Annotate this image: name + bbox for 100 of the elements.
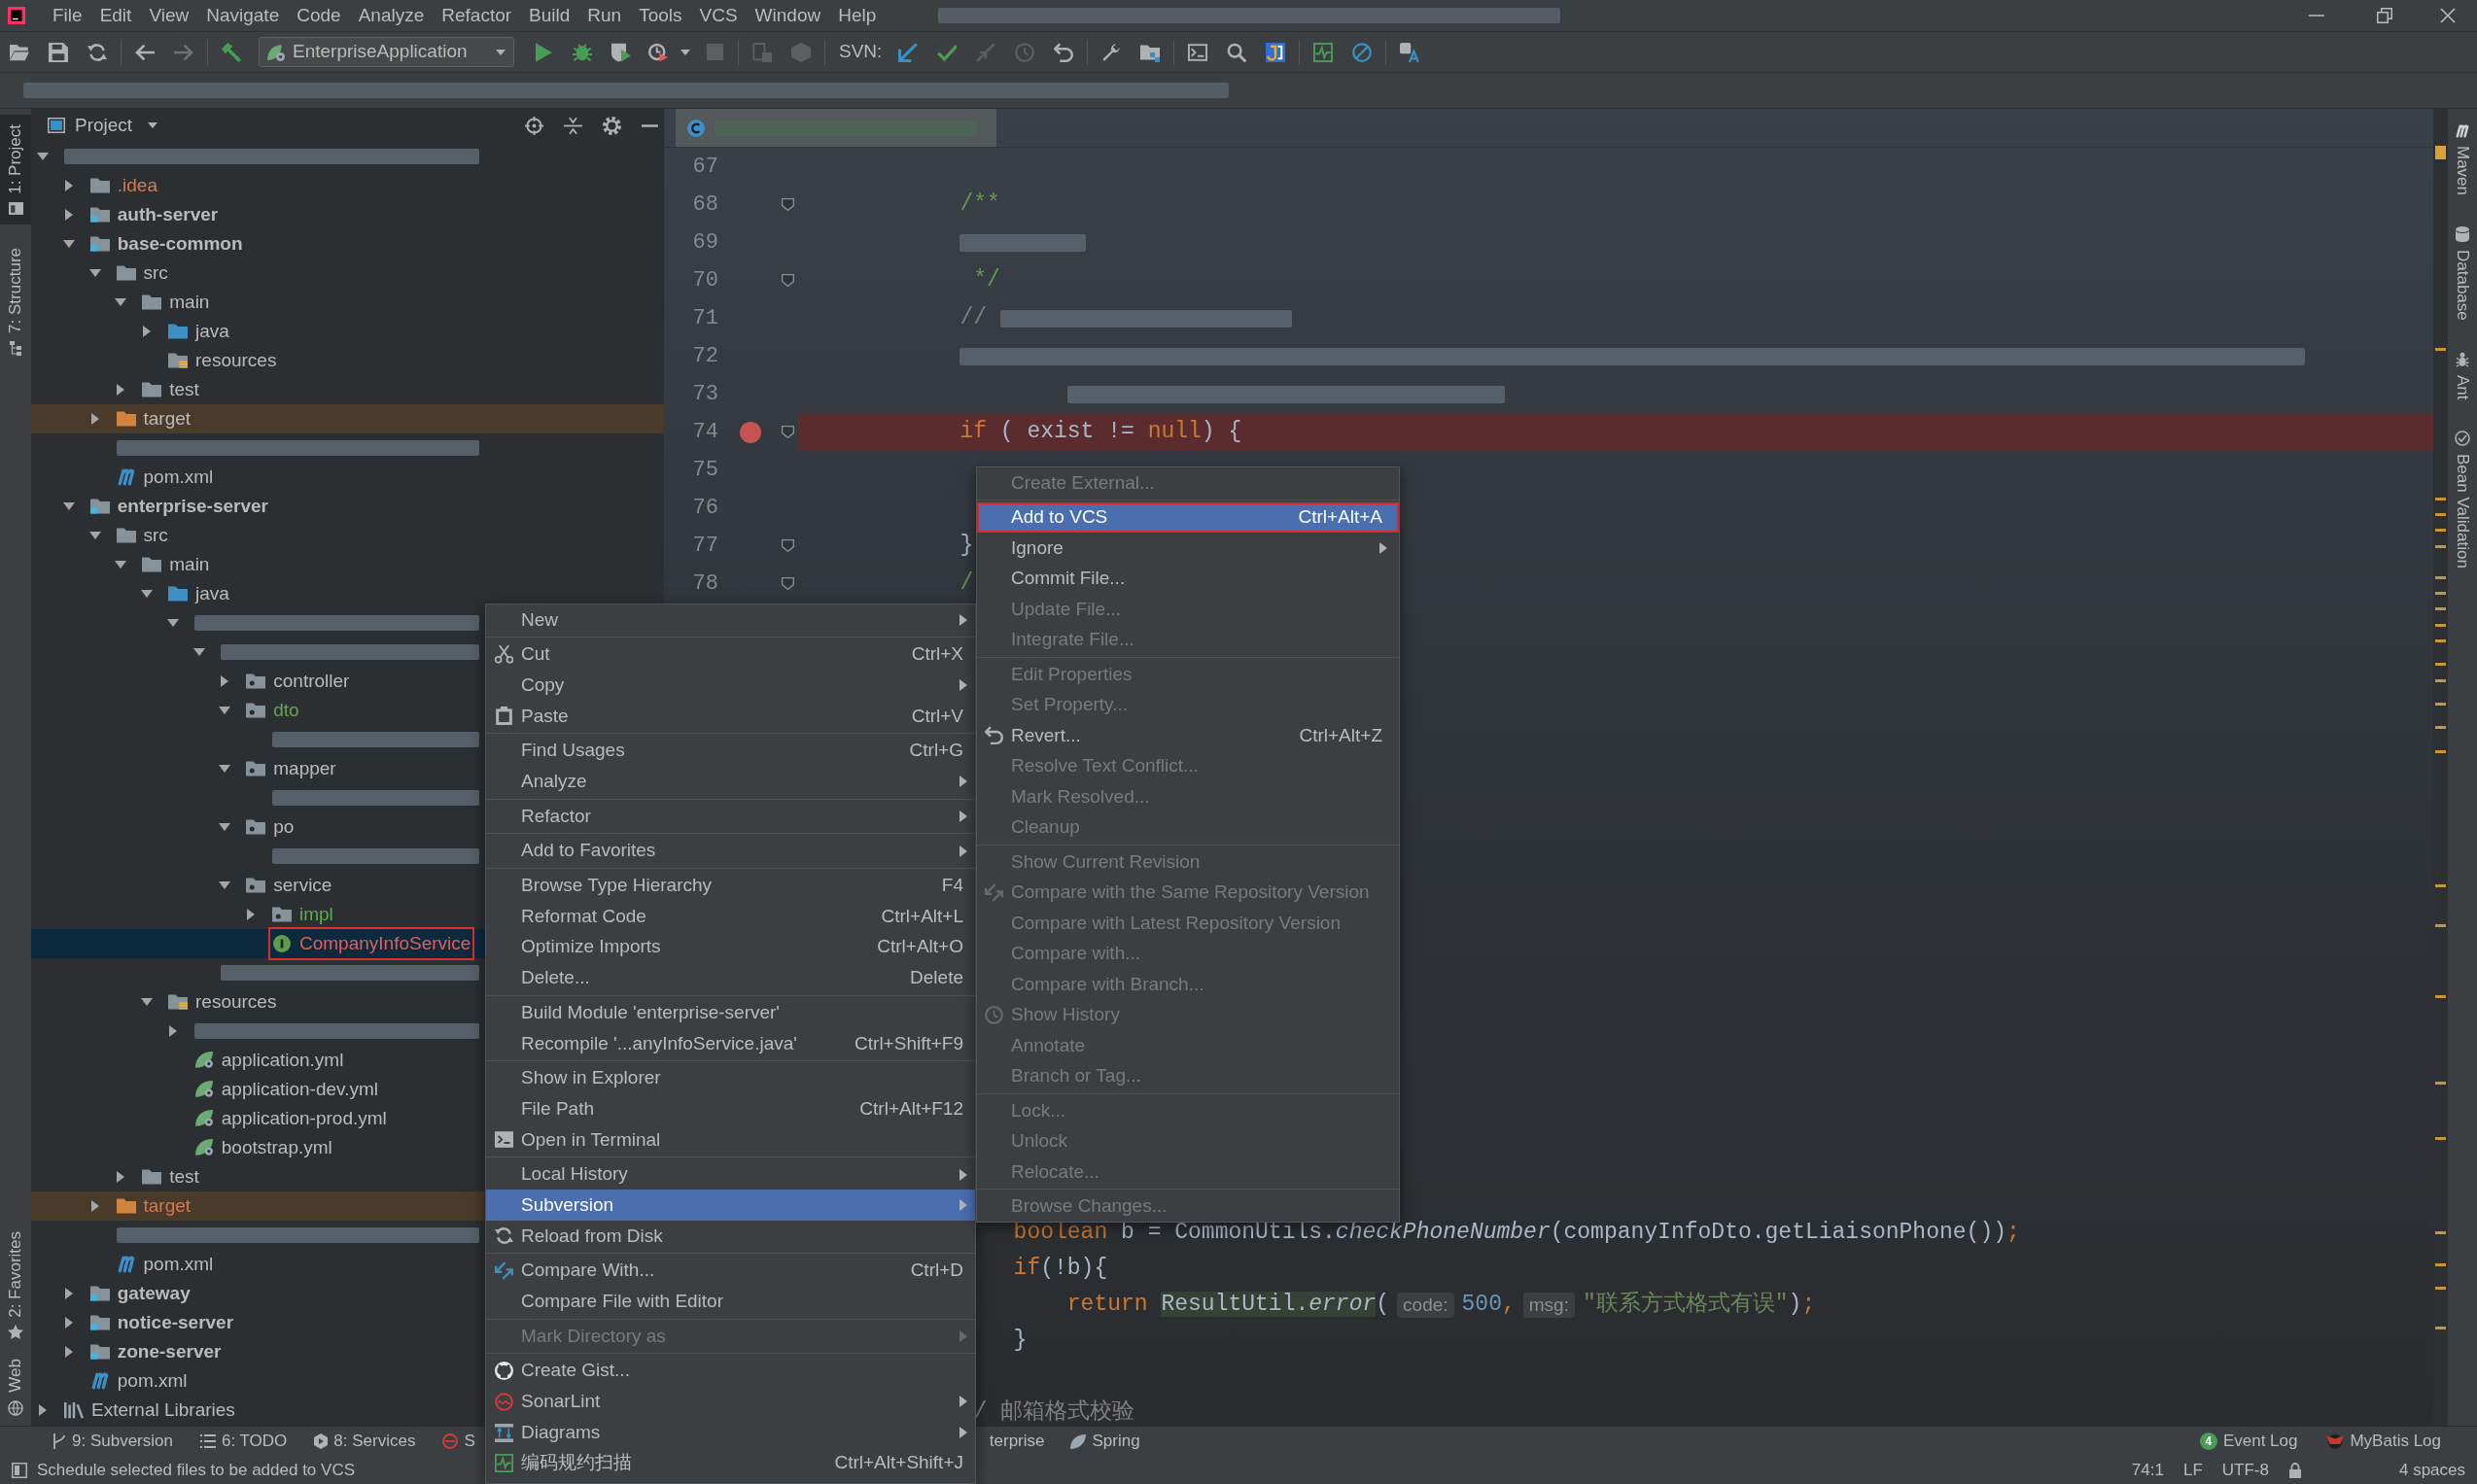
fold-marker-icon[interactable] [781,426,794,438]
tool-window-button[interactable]: terprise [989,1429,1045,1454]
collapsed-arrow-icon[interactable] [64,209,73,221]
search-icon[interactable] [1227,42,1247,62]
menu-item[interactable]: Compare File with Editor [486,1286,975,1318]
play-icon[interactable] [535,42,552,62]
menu-item[interactable]: Analyze [486,766,975,798]
menu-bar-item[interactable]: Build [520,1,579,30]
menu-bar-item[interactable]: Window [746,1,830,30]
menu-item[interactable]: New [486,604,975,636]
shield-play-icon[interactable] [611,42,631,62]
tree-item[interactable]: po [242,810,298,845]
tool-window-tab[interactable]: Web [0,1349,31,1426]
menu-bar-item[interactable]: Help [829,1,886,30]
settings-icon[interactable] [603,116,621,135]
expanded-arrow-icon[interactable] [219,881,231,889]
menu-item[interactable]: Copy [486,670,975,702]
warning-marker[interactable] [2435,146,2446,159]
fold-marker-icon[interactable] [781,274,794,287]
collapsed-arrow-icon[interactable] [90,1200,99,1212]
menu-bar-item[interactable]: Navigate [197,1,289,30]
expanded-arrow-icon[interactable] [88,269,101,277]
collapsed-arrow-icon[interactable] [64,1346,73,1358]
indent-setting[interactable]: 4 spaces [2398,1457,2465,1483]
collapsed-arrow-icon[interactable] [64,1288,73,1299]
menu-item[interactable]: Delete... Delete [486,962,975,994]
menu-item[interactable]: Compare With... Ctrl+D [486,1255,975,1287]
terminal-icon[interactable] [1188,42,1208,62]
line-separator[interactable]: LF [2182,1457,2203,1483]
tool-window-tab[interactable]: Bean Validation [2450,427,2475,573]
tool-window-tab[interactable]: Ant [2450,347,2475,404]
lock-icon[interactable] [2287,1462,2302,1478]
menu-bar-item[interactable]: Edit [90,1,141,30]
tool-window-button[interactable]: 9: Subversion [52,1429,173,1454]
fold-marker-icon[interactable] [781,198,794,211]
menu-item[interactable]: Paste Ctrl+V [486,701,975,732]
breakpoint-icon[interactable] [740,421,761,443]
menu-item[interactable]: File Path Ctrl+Alt+F12 [486,1093,975,1124]
expanded-arrow-icon[interactable] [141,590,153,598]
menu-item[interactable]: Subversion [486,1190,975,1222]
menu-bar-item[interactable]: View [140,1,198,30]
save-icon[interactable] [49,42,68,62]
menu-item[interactable]: Show in Explorer [486,1062,975,1094]
menu-bar-item[interactable]: File [44,1,91,30]
tool-window-button[interactable]: Spring [1070,1429,1140,1454]
menu-item[interactable]: Recompile '...anyInfoService.java' Ctrl+Shift+F9 [486,1027,975,1059]
expanded-arrow-icon[interactable] [37,153,49,160]
menu-item[interactable]: Add to Favorites [486,835,975,867]
minimize-icon[interactable] [642,123,658,127]
menu-item[interactable]: Find Usages Ctrl+G [486,735,975,767]
menu-item[interactable]: Local History [486,1158,975,1191]
menu-bar-item[interactable]: Analyze [349,1,434,30]
tool-window-button[interactable]: 4 Event Log [2199,1429,2298,1454]
undo-arrow-icon[interactable] [1054,42,1074,62]
expanded-arrow-icon[interactable] [219,707,231,714]
menu-bar-item[interactable]: Tools [630,1,691,30]
fold-marker-icon[interactable] [781,577,794,590]
wrench-icon[interactable] [1101,42,1122,62]
collapse-all-icon[interactable] [564,116,582,135]
menu-bar-item[interactable]: Refactor [433,1,521,30]
expanded-arrow-icon[interactable] [141,998,153,1006]
collapsed-arrow-icon[interactable] [39,1404,47,1416]
hammer-icon[interactable] [222,42,241,62]
menu-item[interactable]: Build Module 'enterprise-server' [486,997,975,1028]
tool-window-button[interactable]: 8: Services [314,1429,416,1454]
file-encoding[interactable]: UTF-8 [2221,1457,2269,1483]
menu-item[interactable]: Reformat Code Ctrl+Alt+L [486,901,975,932]
collapsed-arrow-icon[interactable] [117,384,125,396]
collapsed-arrow-icon[interactable] [90,413,99,425]
menu-bar-item[interactable]: Code [288,1,350,30]
expanded-arrow-icon[interactable] [115,298,127,306]
collapsed-arrow-icon[interactable] [64,1317,73,1329]
menu-bar-item[interactable]: Run [578,1,631,30]
restore-icon[interactable] [2377,8,2392,23]
open-folder-icon[interactable] [10,42,29,62]
menu-item[interactable]: Reload from Disk [486,1221,975,1252]
expanded-arrow-icon[interactable] [115,561,127,569]
checkmark-icon[interactable] [937,42,958,62]
tool-window-button[interactable]: MyBatis Log [2326,1429,2441,1454]
collapsed-arrow-icon[interactable] [247,909,255,920]
expanded-arrow-icon[interactable] [192,648,205,656]
panel-toggle-icon[interactable] [12,1462,27,1478]
menu-item[interactable]: Optimize Imports Ctrl+Alt+O [486,931,975,963]
fold-marker-icon[interactable] [781,539,794,552]
tool-window-button[interactable]: 6: TODO [199,1429,288,1454]
expanded-arrow-icon[interactable] [88,532,101,539]
blocked-icon[interactable] [1352,42,1373,62]
menu-item[interactable]: Browse Type Hierarchy F4 [486,870,975,902]
letter-a-icon[interactable] [1400,42,1420,62]
menu-item[interactable]: Refactor [486,801,975,832]
collapsed-arrow-icon[interactable] [168,1025,177,1037]
tool-window-tab[interactable]: 7: Structure [0,237,31,365]
tree-item[interactable]: mapper [242,751,340,786]
menu-item[interactable]: Commit File... [977,563,1399,594]
expanded-arrow-icon[interactable] [166,619,179,627]
expanded-arrow-icon[interactable] [219,823,231,831]
menu-item[interactable]: Create Gist... [486,1355,975,1387]
tool-window-tab[interactable]: Database [2450,223,2475,325]
expanded-arrow-icon[interactable] [62,502,75,510]
bug-icon[interactable] [573,42,592,62]
